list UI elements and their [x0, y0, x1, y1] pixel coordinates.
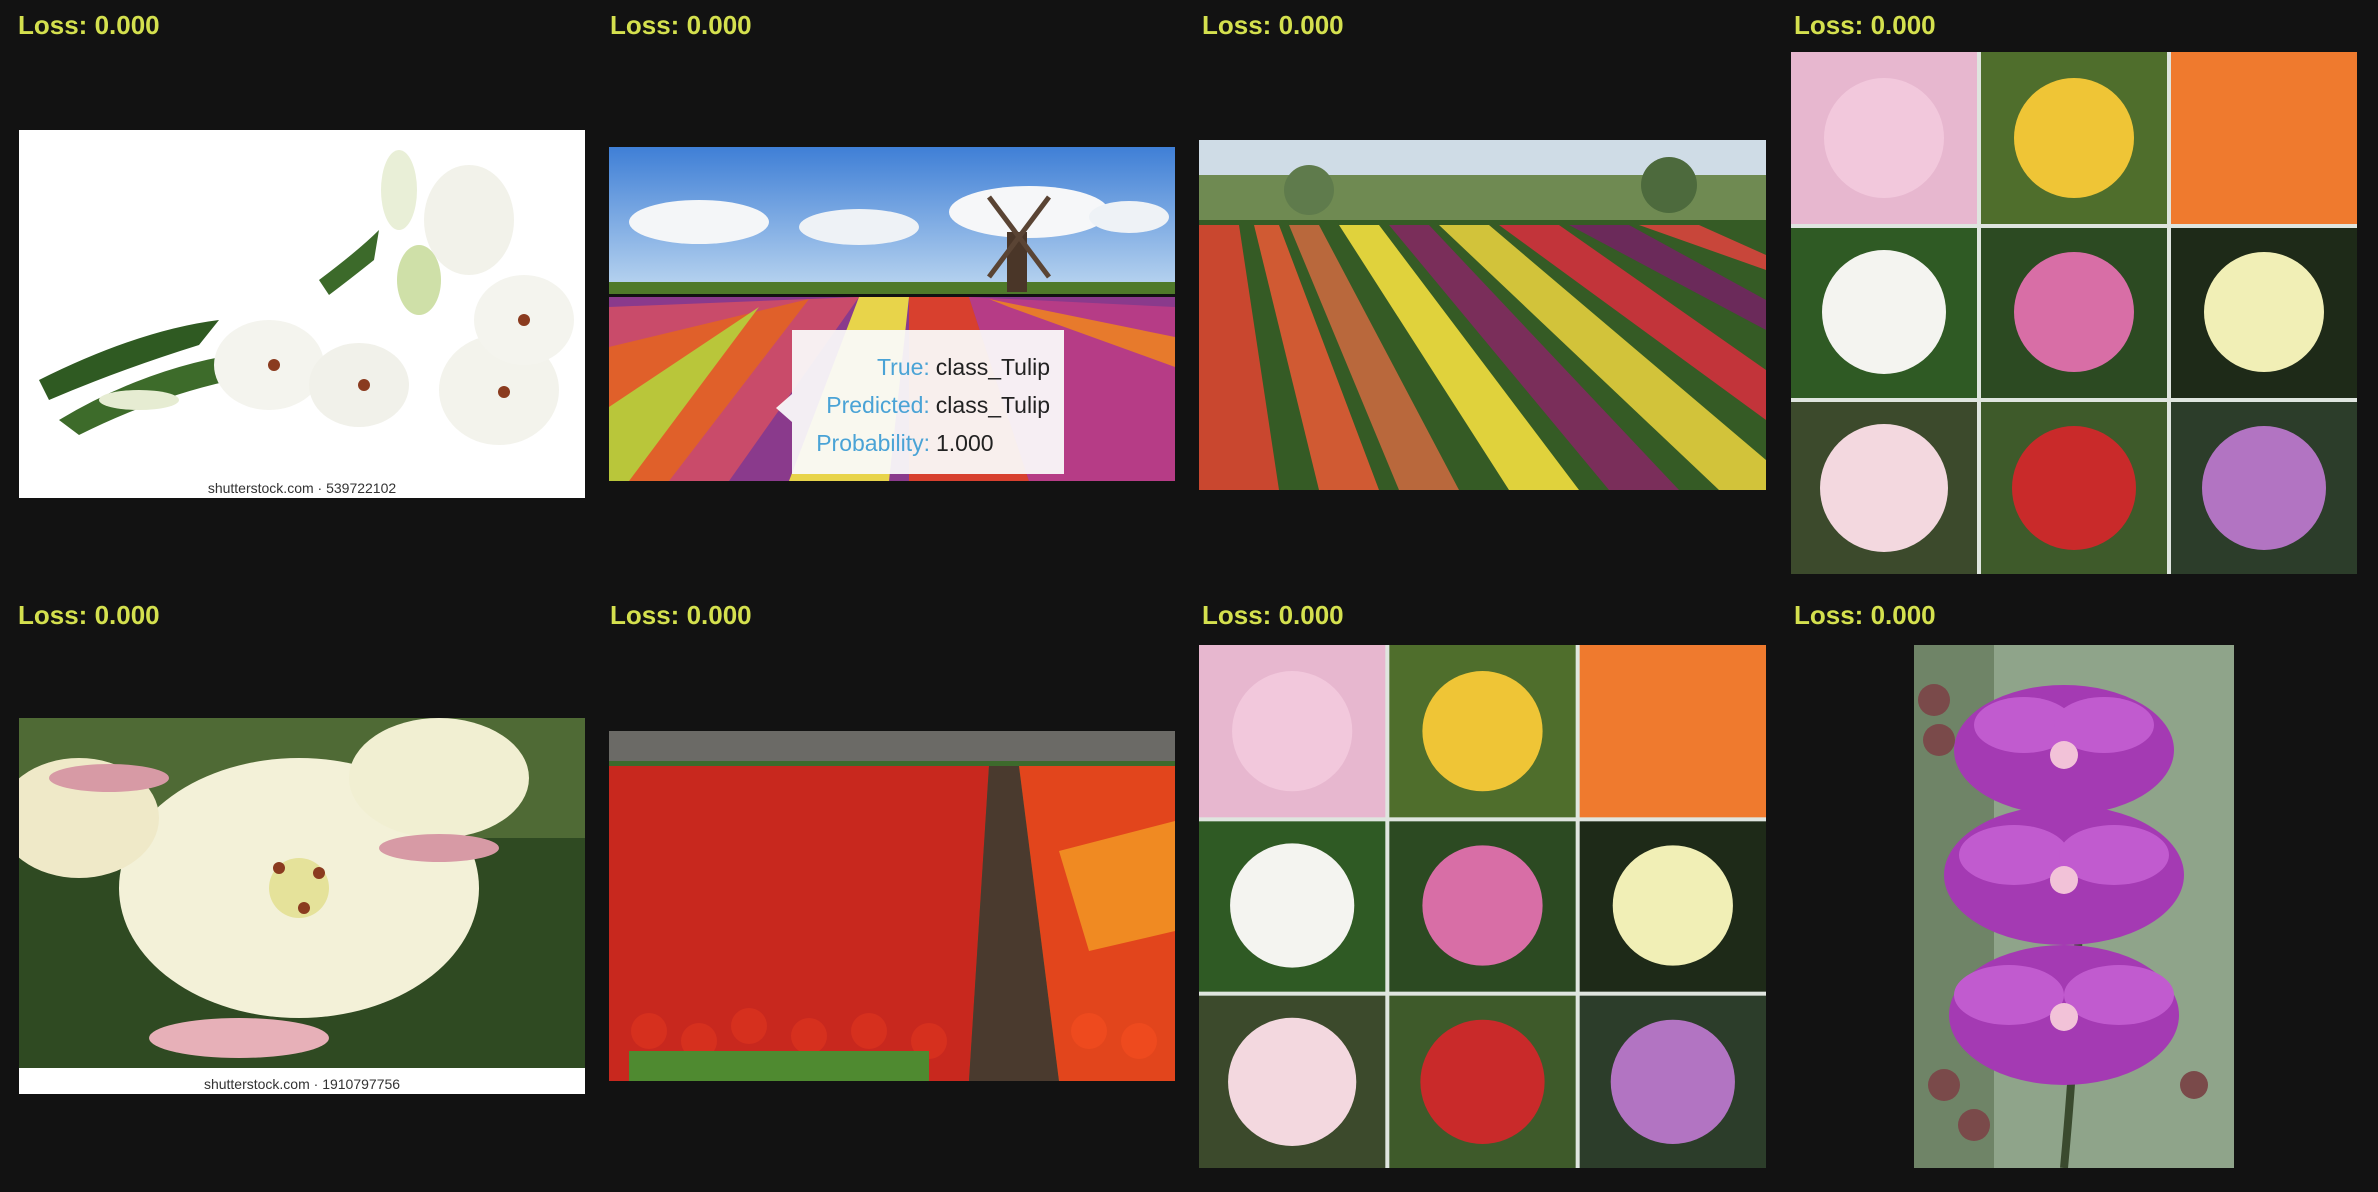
grid-cell-8[interactable]: Loss: 0.000 — [1776, 590, 2368, 1192]
thumbnail-image[interactable] — [1791, 52, 2357, 574]
loss-label: Loss: 0.000 — [18, 600, 160, 630]
grid-cell-4[interactable]: Loss: 0.000 — [1776, 0, 2368, 590]
loss-label: Loss: 0.000 — [18, 10, 160, 40]
probability-value: 1.000 — [936, 429, 994, 456]
tooltip-row-predicted: Predicted: class_Tulip — [806, 386, 1050, 424]
grid-cell-2[interactable]: Loss: 0.000 — [592, 0, 1184, 590]
tooltip-row-true: True: class_Tulip — [806, 348, 1050, 386]
tooltip-arrow — [776, 394, 792, 422]
grid-cell-1[interactable]: Loss: 0.000 shutterstock.com · 539722102 — [0, 0, 592, 590]
thumbnail-image[interactable] — [1199, 140, 1766, 490]
loss-label: Loss: 0.000 — [610, 600, 752, 630]
thumbnail-image[interactable] — [609, 731, 1175, 1081]
tooltip-row-probability: Probability: 1.000 — [806, 424, 1050, 462]
watermark-text: shutterstock.com · 1910797756 — [203, 1076, 401, 1092]
thumbnail-image[interactable]: shutterstock.com · 1910797756 — [19, 718, 585, 1094]
loss-label: Loss: 0.000 — [610, 10, 752, 40]
probability-label: Probability: — [816, 429, 930, 456]
grid-cell-6[interactable]: Loss: 0.000 — [592, 590, 1184, 1192]
prediction-tooltip: True: class_Tulip Predicted: class_Tulip… — [776, 330, 1064, 474]
thumbnail-image[interactable] — [1914, 645, 2234, 1168]
loss-label: Loss: 0.000 — [1202, 10, 1344, 40]
thumbnail-image[interactable] — [1199, 645, 1766, 1168]
watermark-text: shutterstock.com · 539722102 — [207, 480, 397, 496]
loss-label: Loss: 0.000 — [1794, 600, 1936, 630]
true-value: class_Tulip — [935, 353, 1050, 380]
predicted-value: class_Tulip — [935, 391, 1050, 418]
thumbnail-image[interactable]: shutterstock.com · 539722102 — [19, 130, 585, 498]
grid-cell-3[interactable]: Loss: 0.000 — [1184, 0, 1776, 590]
loss-label: Loss: 0.000 — [1202, 600, 1344, 630]
loss-label: Loss: 0.000 — [1794, 10, 1936, 40]
predicted-label: Predicted: — [826, 391, 930, 418]
grid-cell-5[interactable]: Loss: 0.000 shutterstock.com · 191079775… — [0, 590, 592, 1192]
true-label: True: — [876, 353, 930, 380]
grid-cell-7[interactable]: Loss: 0.000 — [1184, 590, 1776, 1192]
